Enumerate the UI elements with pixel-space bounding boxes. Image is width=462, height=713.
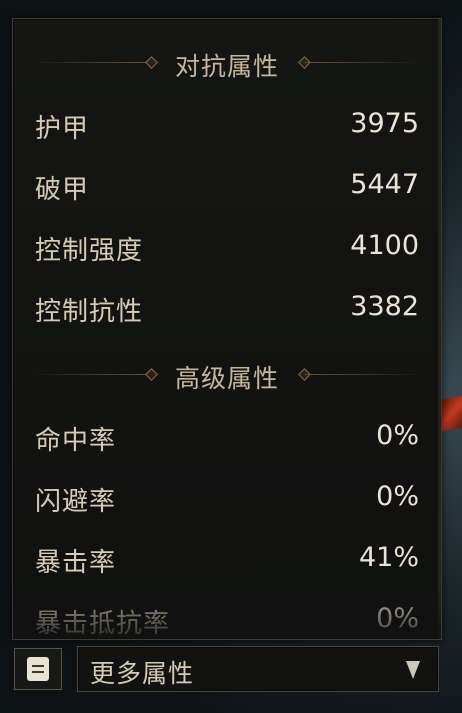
more-attributes-dropdown[interactable]: 更多属性 xyxy=(77,646,439,692)
stat-row-dodge-rate: 闪避率 0% xyxy=(35,478,419,518)
stat-value: 4100 xyxy=(350,230,419,261)
stat-value: 0% xyxy=(376,481,419,512)
stat-row-hit-rate: 命中率 0% xyxy=(35,417,419,457)
stat-value: 3382 xyxy=(350,291,419,322)
stat-label: 破甲 xyxy=(35,175,90,205)
stat-label: 闪避率 xyxy=(35,487,117,517)
stat-row-control-resist: 控制抗性 3382 xyxy=(35,288,419,328)
stat-label: 暴击率 xyxy=(35,548,117,578)
stat-label: 护甲 xyxy=(35,114,90,144)
dropdown-label: 更多属性 xyxy=(90,659,195,688)
scroll-icon xyxy=(27,657,49,681)
stat-row-crit-resist: 暴击抵抗率 0% xyxy=(35,600,419,639)
stat-value: 41% xyxy=(358,542,419,573)
stat-value: 5447 xyxy=(350,169,419,200)
divider-right xyxy=(305,62,423,63)
stat-row-armor: 护甲 3975 xyxy=(35,105,419,145)
section-header-combat: 对抗属性 xyxy=(13,43,441,83)
stat-row-control-strength: 控制强度 4100 xyxy=(35,227,419,267)
section-title: 对抗属性 xyxy=(174,52,279,81)
stat-value: 0% xyxy=(376,603,419,634)
section-title: 高级属性 xyxy=(174,364,279,393)
stat-value: 3975 xyxy=(350,108,419,139)
stat-label: 命中率 xyxy=(35,426,117,456)
divider-right xyxy=(305,374,423,375)
section-header-advanced: 高级属性 xyxy=(13,355,441,395)
stat-value: 0% xyxy=(376,420,419,451)
scrollbar[interactable] xyxy=(438,19,441,639)
stat-row-armor-penetration: 破甲 5447 xyxy=(35,166,419,206)
scroll-button[interactable] xyxy=(14,648,62,690)
stat-label: 控制强度 xyxy=(35,236,144,266)
side-gem-icon xyxy=(440,396,462,432)
stat-label: 暴击抵抗率 xyxy=(35,609,171,639)
stat-label: 控制抗性 xyxy=(35,297,144,327)
chevron-down-icon xyxy=(406,661,420,679)
stat-row-crit-rate: 暴击率 41% xyxy=(35,539,419,579)
attributes-panel[interactable]: 对抗属性 护甲 3975 破甲 5447 控制强度 4100 控制抗性 3382… xyxy=(12,18,442,640)
